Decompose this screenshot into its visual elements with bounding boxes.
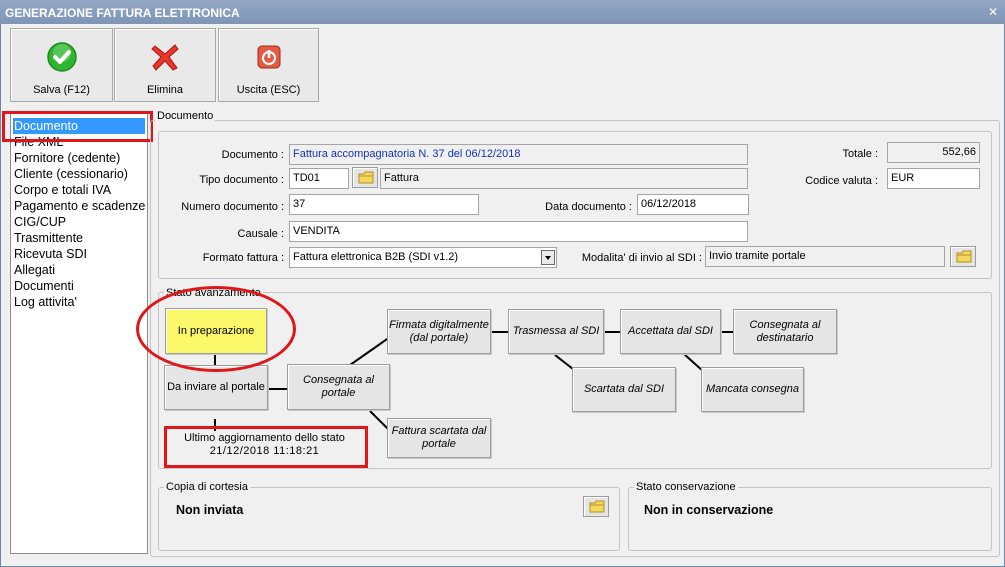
highlight-nav-annotation bbox=[2, 111, 153, 142]
state-accettata-sdi[interactable]: Accettata dal SDI bbox=[620, 309, 721, 354]
formato-fattura-label: Formato fattura : bbox=[202, 252, 284, 264]
connector-line bbox=[603, 331, 620, 333]
stato-conservazione-value: Non in conservazione bbox=[644, 503, 774, 517]
connector-line bbox=[720, 331, 733, 333]
delete-button[interactable]: Elimina bbox=[114, 28, 216, 102]
highlight-state-annotation bbox=[136, 286, 296, 372]
documento-label: Documento : bbox=[221, 149, 284, 161]
folder-icon bbox=[589, 500, 605, 513]
folder-icon bbox=[956, 250, 972, 263]
copia-cortesia-group bbox=[158, 487, 620, 551]
state-fattura-scartata-portale[interactable]: Fattura scartata dal portale bbox=[387, 418, 491, 458]
exit-button[interactable]: Uscita (ESC) bbox=[218, 28, 319, 102]
documento-field[interactable]: Fattura accompagnatoria N. 37 del 06/12/… bbox=[289, 144, 748, 165]
nav-item-cig-cup[interactable]: CIG/CUP bbox=[11, 214, 147, 230]
connector-line bbox=[268, 388, 288, 390]
codice-valuta-label: Codice valuta : bbox=[805, 175, 878, 187]
highlight-last-update-annotation bbox=[164, 426, 368, 468]
totale-field: 552,66 bbox=[887, 142, 980, 163]
nav-item-cliente[interactable]: Cliente (cessionario) bbox=[11, 166, 147, 182]
data-documento-field[interactable]: 06/12/2018 bbox=[637, 194, 749, 215]
close-icon[interactable]: ✕ bbox=[985, 5, 1001, 19]
section-nav-list[interactable]: Documento File XML Fornitore (cedente) C… bbox=[10, 113, 148, 554]
causale-field[interactable]: VENDITA bbox=[289, 221, 748, 242]
formato-fattura-value: Fattura elettronica B2B (SDI v1.2) bbox=[293, 251, 459, 263]
nav-item-log[interactable]: Log attivita' bbox=[11, 294, 147, 310]
modalita-invio-browse-button[interactable] bbox=[950, 246, 976, 267]
stato-conservazione-title: Stato conservazione bbox=[634, 481, 738, 493]
nav-item-fornitore[interactable]: Fornitore (cedente) bbox=[11, 150, 147, 166]
delete-button-label: Elimina bbox=[146, 84, 184, 96]
modalita-invio-field: Invio tramite portale bbox=[705, 246, 945, 267]
modalita-invio-label: Modalita' di invio al SDI : bbox=[581, 252, 702, 264]
nav-item-pagamento[interactable]: Pagamento e scadenze bbox=[11, 198, 147, 214]
state-consegnata-portale[interactable]: Consegnata al portale bbox=[287, 364, 390, 410]
nav-item-allegati[interactable]: Allegati bbox=[11, 262, 147, 278]
formato-fattura-dropdown-button[interactable] bbox=[541, 250, 555, 265]
totale-label: Totale : bbox=[842, 148, 878, 160]
state-consegnata-destinatario[interactable]: Consegnata al destinatario bbox=[733, 309, 837, 354]
tipo-documento-label: Tipo documento : bbox=[199, 174, 284, 186]
numero-documento-label: Numero documento : bbox=[181, 201, 284, 213]
numero-documento-field[interactable]: 37 bbox=[289, 194, 479, 215]
state-mancata-consegna[interactable]: Mancata consegna bbox=[701, 367, 804, 412]
connector-line bbox=[490, 331, 508, 333]
power-icon bbox=[257, 45, 280, 69]
nav-item-documenti[interactable]: Documenti bbox=[11, 278, 147, 294]
nav-item-ricevuta-sdi[interactable]: Ricevuta SDI bbox=[11, 246, 147, 262]
stato-conservazione-group bbox=[628, 487, 992, 551]
checkmark-icon bbox=[46, 42, 77, 72]
state-trasmessa-sdi[interactable]: Trasmessa al SDI bbox=[508, 309, 604, 354]
data-documento-label: Data documento : bbox=[545, 201, 632, 213]
tipo-documento-code-field[interactable]: TD01 bbox=[289, 168, 349, 189]
window-title: GENERAZIONE FATTURA ELETTRONICA bbox=[0, 0, 1005, 24]
codice-valuta-field[interactable]: EUR bbox=[887, 168, 980, 189]
delete-x-icon bbox=[151, 44, 179, 71]
chevron-down-icon bbox=[545, 256, 551, 260]
documento-group-title: Documento bbox=[155, 110, 216, 122]
state-firmata-digitalmente[interactable]: Firmata digitalmente (dal portale) bbox=[387, 309, 491, 354]
tipo-documento-browse-button[interactable] bbox=[352, 167, 378, 188]
copia-cortesia-browse-button[interactable] bbox=[583, 496, 609, 517]
save-button-label: Salva (F12) bbox=[33, 84, 90, 96]
nav-item-corpo-totali[interactable]: Corpo e totali IVA bbox=[11, 182, 147, 198]
exit-button-label: Uscita (ESC) bbox=[236, 84, 301, 96]
state-scartata-sdi[interactable]: Scartata dal SDI bbox=[572, 367, 676, 412]
nav-item-trasmittente[interactable]: Trasmittente bbox=[11, 230, 147, 246]
copia-cortesia-value: Non inviata bbox=[176, 503, 244, 517]
tipo-documento-desc-field: Fattura bbox=[380, 168, 748, 189]
save-button[interactable]: Salva (F12) bbox=[10, 28, 113, 102]
copia-cortesia-title: Copia di cortesia bbox=[164, 481, 250, 493]
causale-label: Causale : bbox=[237, 228, 284, 240]
formato-fattura-select[interactable]: Fattura elettronica B2B (SDI v1.2) bbox=[289, 247, 557, 268]
folder-icon bbox=[358, 171, 374, 184]
